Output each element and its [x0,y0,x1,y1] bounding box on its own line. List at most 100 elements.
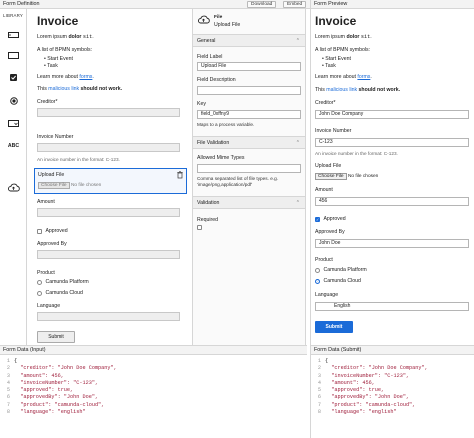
preview-product-option-cloud[interactable]: Camunda Cloud [315,278,361,284]
preview-amount-input[interactable]: 456 [315,197,469,206]
code-line: 2 "creditor": "John Doe Company", [6,365,117,372]
preview-invoice-label: Invoice Number [315,128,352,134]
required-checkbox[interactable] [197,225,202,231]
preview-approved-by-label: Approved By [315,229,345,235]
checkbox-icon[interactable] [7,73,20,82]
properties-empty-area [193,263,305,345]
form-data-input-panel: Form Data (Input) 1{ 2 "creditor": "John… [0,345,307,438]
file-validation-section-header[interactable]: File Validation ⌃ [193,136,305,149]
form-preview-title: Form Preview [314,1,348,7]
approved-by-label: Approved By [37,241,67,247]
invoice-number-description: An invoice number in the format: C-123. [37,157,120,162]
preview-file-input[interactable]: Choose File No file chosen [315,172,405,181]
product-option-platform[interactable]: Camunda Platform [37,279,89,285]
bpmn-list-item: • Start Event [44,56,73,62]
malicious-link[interactable]: malicious link [48,86,79,92]
preview-creditor-input[interactable]: John Doe Company [315,110,469,119]
form-definition-title: Form Definition [3,1,40,7]
code-line: 5 "approved": true, [6,387,74,394]
field-label-title: Field Label [197,54,223,60]
delete-icon[interactable] [177,171,183,179]
creditor-label: Creditor* [37,99,58,105]
preview-malicious-text: This malicious link should not work. [315,87,401,93]
approved-checkbox-row[interactable]: Approved [37,228,68,234]
key-description: Maps to a process variable. [197,122,255,127]
form-data-submit-panel: Form Data (Submit) 1{ 2 "creditor": "Joh… [310,345,474,438]
code-line: 6 "approvedBy": "John Doe", [317,394,410,401]
product-label: Product [37,270,55,276]
preview-approved-checkbox[interactable]: ✓ [315,216,320,222]
code-line: 8 "language": "english" [6,409,86,416]
upload-cloud-icon [197,15,210,26]
select-icon[interactable] [7,119,20,128]
key-input[interactable]: field_0xffny9 [197,110,301,119]
code-line: 1{ [317,358,329,364]
form-data-input-editor[interactable]: 1{ 2 "creditor": "John Doe Company", 3 "… [2,358,117,416]
radio-icon[interactable] [37,290,42,296]
embed-button[interactable]: Embed [283,1,307,8]
mime-types-description: Comma separated list of file types. e.g.… [197,176,279,187]
creditor-field[interactable] [37,108,180,117]
properties-type: File [214,15,223,20]
preview-product-label: Product [315,257,333,263]
language-select[interactable] [37,312,180,321]
invoice-number-field[interactable] [37,143,180,152]
form-data-submit-editor[interactable]: 1{ 2 "creditor": "John Doe Company", 3 "… [313,358,428,416]
form-canvas: Invoice Lorem ipsum dolor sit. A list of… [27,9,192,345]
preview-submit-button[interactable]: Submit [315,321,353,333]
product-option-cloud[interactable]: Camunda Cloud [37,290,83,296]
preview-upload-label: Upload File [315,163,342,169]
invoice-number-label: Invoice Number [37,134,74,140]
preview-approved-row[interactable]: ✓ Approved [315,216,346,222]
mime-types-title: Allowed Mime Types [197,155,245,161]
radio-icon[interactable] [7,96,20,105]
amount-label: Amount [37,199,55,205]
preview-product-option-platform[interactable]: Camunda Platform [315,267,367,273]
forms-link[interactable]: forms [79,74,92,80]
preview-bpmn-list-intro: A list of BPMN symbols: [315,47,371,53]
library-title: LIBRARY [2,13,24,18]
preview-forms-link[interactable]: forms [357,74,370,80]
code-line: 7 "product": "camunda-cloud", [317,401,416,408]
preview-form-title: Invoice [315,14,357,28]
general-section-header[interactable]: General ⌃ [193,34,305,47]
form-definition-header: Form Definition Download Embed [0,0,310,9]
preview-no-file-text: No file chosen [347,174,379,179]
code-line: 7 "product": "camunda-cloud", [6,401,105,408]
bpmn-list-intro: A list of BPMN symbols: [37,47,93,53]
form-title: Invoice [37,14,79,28]
radio-icon[interactable] [37,279,42,285]
approved-checkbox[interactable] [37,228,42,234]
file-input[interactable]: Choose File No file chosen [38,181,108,190]
chevron-up-icon: ⌃ [295,140,300,146]
field-description-input[interactable] [197,86,301,95]
approved-by-field[interactable] [37,250,180,259]
lorem-text: Lorem ipsum dolor sit. [37,34,94,40]
download-button[interactable]: Download [247,1,277,8]
form-data-input-header: Form Data (Input) [0,346,307,355]
preview-approved-by-input[interactable]: John Doe [315,239,469,248]
code-line: 4 "amount": 456, [317,379,375,386]
amount-field[interactable] [37,208,180,217]
code-line: 6 "approvedBy": "John Doe", [6,394,99,401]
code-line: 8 "language": "english" [317,409,397,416]
code-line: 3 "invoiceNumber": "C-123", [317,372,410,379]
preview-list-item: • Start Event [322,56,351,62]
preview-malicious-link[interactable]: malicious link [326,87,357,93]
submit-button[interactable]: Submit [37,331,75,343]
bpmn-list-item: • Task [44,63,58,69]
mime-types-input[interactable] [197,164,301,173]
properties-panel: File Upload File General ⌃ Field Label U… [192,9,306,345]
field-description-title: Field Description [197,77,236,83]
textfield-icon[interactable] [7,30,20,39]
text-icon[interactable]: ABC [7,141,20,150]
textarea-icon[interactable] [7,51,20,60]
field-label-input[interactable]: Upload File [197,62,301,71]
upload-file-component-selected[interactable]: Upload File Choose File No file chosen [34,168,187,194]
preview-language-select[interactable]: English [315,302,469,311]
validation-section-header[interactable]: Validation ⌃ [193,196,305,209]
upload-cloud-icon[interactable] [7,183,20,192]
preview-invoice-input[interactable]: C-123 [315,138,469,147]
preview-choose-file-button[interactable]: Choose File [315,173,347,180]
choose-file-button[interactable]: Choose File [38,182,70,189]
